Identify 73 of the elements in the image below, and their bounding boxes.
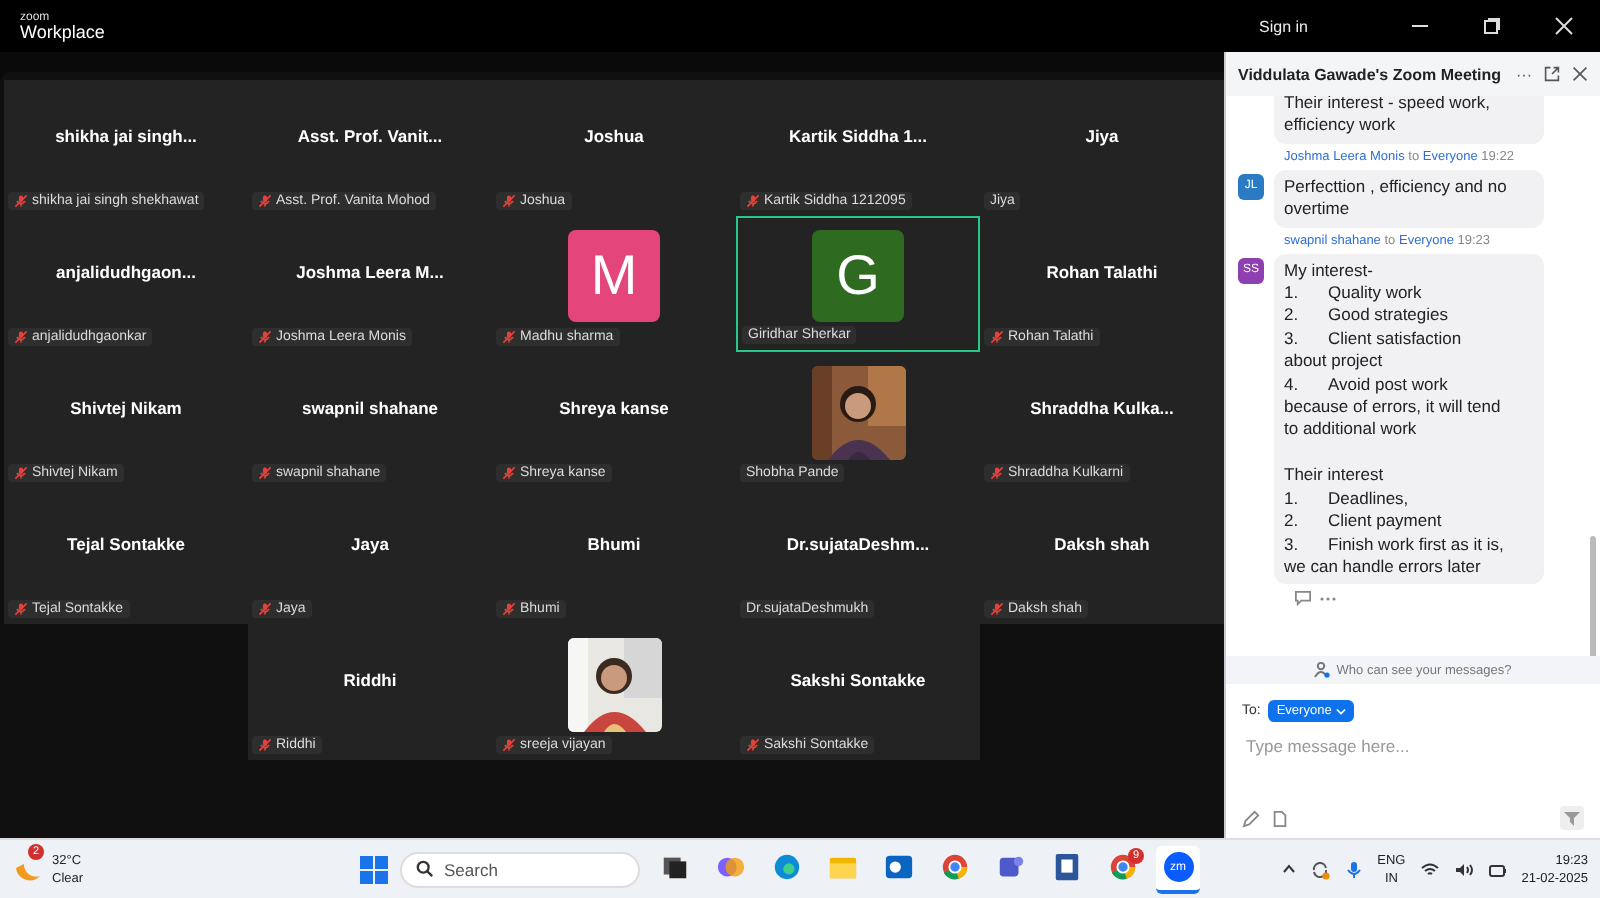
scrollbar[interactable]	[1590, 536, 1596, 656]
avatar-initial: G	[812, 230, 904, 322]
more-icon[interactable]	[1320, 595, 1336, 602]
windows-start-icon[interactable]	[360, 855, 388, 883]
search-icon	[416, 860, 434, 878]
participant-name: Daksh shah	[1054, 534, 1150, 554]
sign-in-link[interactable]: Sign in	[1259, 17, 1308, 35]
muted-mic-icon	[258, 602, 272, 616]
message-bubble: My interest- 1. Quality work 2. Good strategies 3. Client satisfaction about project 4. Avoid post work because of errors, it will tend to additional work Their interest 1. Deadlines, 2. Client payment 3. Finish work first as it is, we can handle errors later	[1274, 253, 1544, 585]
browser-icon	[771, 852, 801, 882]
muted-mic-icon	[746, 738, 760, 752]
participant-name: Bhumi	[587, 534, 641, 554]
participant-name: Shreya kanse	[559, 398, 669, 418]
participant-name: Kartik Siddha 1...	[789, 126, 927, 146]
muted-mic-icon	[14, 466, 28, 480]
participant-name: Jiya	[1085, 126, 1119, 146]
participant-name: Sakshi Sontakke	[790, 670, 926, 690]
sync-icon[interactable]	[1309, 859, 1330, 879]
participant-name: swapnil shahane	[301, 398, 439, 418]
chevron-down-icon	[1335, 707, 1346, 715]
participant-name: Riddhi	[343, 670, 397, 690]
pop-out-icon[interactable]	[1544, 66, 1560, 82]
participant-name: Shivtej Nikam	[70, 398, 182, 418]
muted-mic-icon	[990, 602, 1004, 616]
muted-mic-icon	[502, 194, 516, 208]
muted-mic-icon	[258, 194, 272, 208]
mail-icon	[883, 852, 913, 882]
microphone-icon[interactable]	[1343, 859, 1364, 879]
participant-name: anjalidudhgaon...	[56, 262, 196, 282]
video-app-icon	[1163, 852, 1193, 882]
muted-mic-icon	[990, 466, 1004, 480]
message-bubble: Perfecttion , efficiency and no overtime	[1274, 169, 1544, 228]
muted-mic-icon	[502, 466, 516, 480]
muted-mic-icon	[502, 738, 516, 752]
participant-name: Joshua	[584, 126, 644, 146]
browser-icon	[1107, 852, 1137, 882]
muted-mic-icon	[14, 330, 28, 344]
participant-name: Asst. Prof. Vanit...	[297, 126, 443, 146]
document-icon	[1051, 852, 1081, 882]
search-field[interactable]: Search	[400, 851, 640, 887]
chat-title: Viddulata Gawade's Zoom Meeting	[1238, 65, 1504, 83]
muted-mic-icon	[502, 330, 516, 344]
participant-name: Dr.sujataDeshm...	[786, 534, 930, 554]
muted-mic-icon	[14, 602, 28, 616]
folder-icon	[827, 852, 857, 882]
participant-name: Shraddha Kulka...	[1030, 398, 1174, 418]
participant-name: Joshma Leera M...	[296, 262, 444, 282]
muted-mic-icon	[990, 330, 1004, 344]
participant-name: Jaya	[351, 534, 389, 554]
participant-name: Rohan Talathi	[1046, 262, 1158, 282]
reply-icon[interactable]	[1294, 590, 1312, 607]
restore-icon[interactable]	[1482, 16, 1502, 36]
muted-mic-icon	[746, 194, 760, 208]
more-button[interactable]: ···	[1516, 65, 1532, 83]
browser-icon	[939, 852, 969, 882]
speaker-icon[interactable]	[1453, 859, 1474, 879]
muted-mic-icon	[14, 194, 28, 208]
muted-mic-icon	[502, 602, 516, 616]
message-bubble: Their interest - speed work, efficiency work	[1274, 96, 1544, 144]
person-icon	[1314, 662, 1331, 678]
windows-icon	[659, 852, 689, 882]
muted-mic-icon	[258, 330, 272, 344]
avatar-initial: M	[568, 230, 660, 322]
muted-mic-icon	[258, 466, 272, 480]
close-icon[interactable]	[1572, 66, 1588, 82]
muted-mic-icon	[258, 738, 272, 752]
battery-icon[interactable]	[1487, 859, 1508, 879]
wifi-icon[interactable]	[1419, 859, 1440, 879]
chevron-up-icon[interactable]	[1281, 864, 1296, 874]
pen-icon[interactable]	[1242, 809, 1260, 827]
participant-name: Tejal Sontakke	[67, 534, 185, 554]
file-icon[interactable]	[1272, 809, 1288, 827]
participant-name: shikha jai singh...	[55, 126, 197, 146]
